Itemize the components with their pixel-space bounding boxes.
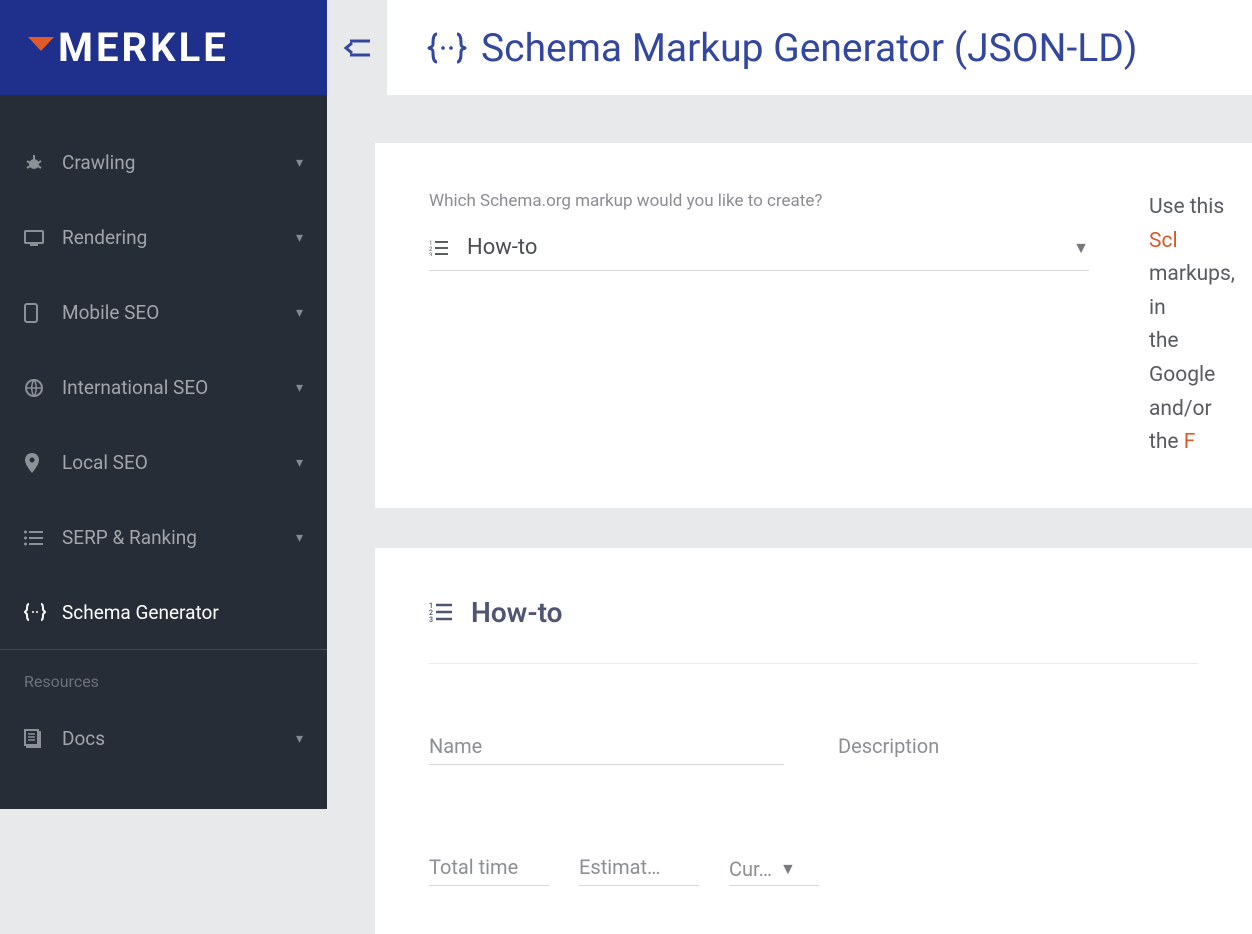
list-icon	[24, 530, 62, 546]
sidebar-collapse-button[interactable]	[327, 0, 387, 95]
sidebar-item-label: SERP & Ranking	[62, 526, 296, 549]
currency-select[interactable]: Cur… ▼	[729, 857, 819, 886]
logo-text: MERKLE	[58, 24, 229, 71]
sidebar-item-international-seo[interactable]: International SEO ▾	[0, 350, 327, 425]
chevron-down-icon: ▾	[296, 731, 303, 747]
help-link[interactable]: Scl	[1149, 229, 1178, 253]
dropdown-arrow-icon: ▼	[780, 859, 796, 879]
resources-header: Resources	[0, 650, 327, 701]
schema-question-label: Which Schema.org markup would you like t…	[429, 191, 1089, 211]
monitor-icon	[24, 230, 62, 246]
sidebar-item-label: Crawling	[62, 151, 296, 174]
chevron-down-icon: ▾	[296, 455, 303, 471]
sidebar-item-schema-generator[interactable]: Schema Generator	[0, 575, 327, 650]
sidebar-item-mobile-seo[interactable]: Mobile SEO ▾	[0, 275, 327, 350]
estimated-field[interactable]: Estimat…	[579, 855, 699, 886]
chevron-down-icon: ▾	[296, 155, 303, 171]
description-label: Description	[838, 734, 1198, 764]
sidebar-item-crawling[interactable]: Crawling ▾	[0, 125, 327, 200]
logo-bar: MERKLE	[0, 0, 327, 95]
chevron-down-icon: ▾	[296, 305, 303, 321]
name-field[interactable]: Name	[429, 734, 784, 765]
docs-icon	[24, 729, 62, 749]
mobile-icon	[24, 303, 62, 323]
braces-icon	[427, 32, 467, 64]
sidebar-item-label: Schema Generator	[62, 601, 303, 624]
chevron-down-icon: ▾	[296, 530, 303, 546]
help-link[interactable]: F	[1184, 430, 1196, 454]
sidebar: MERKLE Crawling ▾ Rendering ▾ Mobile SEO…	[0, 0, 327, 809]
form-title-text: How-to	[471, 596, 563, 629]
pin-icon	[24, 453, 62, 473]
svg-text:3: 3	[429, 616, 433, 622]
schema-type-select[interactable]: 123 How-to ▼	[429, 235, 1089, 271]
logo-accent-icon	[28, 37, 54, 59]
svg-text:3: 3	[429, 252, 432, 256]
dropdown-arrow-icon: ▼	[1073, 238, 1089, 258]
name-label: Name	[429, 734, 784, 765]
sidebar-item-docs[interactable]: Docs ▾	[0, 701, 327, 776]
sidebar-item-label: Local SEO	[62, 451, 296, 474]
sidebar-item-label: International SEO	[62, 376, 296, 399]
help-text: Use this Scl markups, in the Google and/…	[1149, 191, 1235, 460]
sidebar-item-rendering[interactable]: Rendering ▾	[0, 200, 327, 275]
form-title: 123 How-to	[429, 596, 1198, 664]
sidebar-item-label: Rendering	[62, 226, 296, 249]
page-title: Schema Markup Generator (JSON-LD)	[427, 25, 1137, 71]
bug-icon	[24, 153, 62, 173]
list-icon: 123	[429, 602, 453, 622]
sidebar-nav: Crawling ▾ Rendering ▾ Mobile SEO ▾ Inte…	[0, 95, 327, 776]
total-time-field[interactable]: Total time	[429, 855, 549, 886]
schema-type-value: How-to	[467, 235, 1073, 260]
estimated-label: Estimat…	[579, 855, 699, 886]
chevron-down-icon: ▾	[296, 380, 303, 396]
sidebar-item-label: Docs	[62, 727, 296, 750]
braces-icon	[24, 603, 62, 621]
list-icon: 123	[429, 240, 449, 256]
schema-selector-card: Which Schema.org markup would you like t…	[375, 143, 1252, 508]
main-content: Which Schema.org markup would you like t…	[327, 95, 1252, 809]
howto-form-card: 123 How-to Name Description Total time E…	[375, 548, 1252, 934]
page-title-text: Schema Markup Generator (JSON-LD)	[481, 25, 1137, 71]
logo[interactable]: MERKLE	[28, 24, 229, 71]
globe-icon	[24, 378, 62, 398]
total-time-label: Total time	[429, 855, 549, 886]
description-field[interactable]: Description	[838, 734, 1198, 765]
sidebar-item-serp-ranking[interactable]: SERP & Ranking ▾	[0, 500, 327, 575]
sidebar-item-local-seo[interactable]: Local SEO ▾	[0, 425, 327, 500]
currency-label: Cur…	[729, 857, 772, 881]
chevron-down-icon: ▾	[296, 230, 303, 246]
sidebar-item-label: Mobile SEO	[62, 301, 296, 324]
header: Schema Markup Generator (JSON-LD)	[327, 0, 1252, 95]
